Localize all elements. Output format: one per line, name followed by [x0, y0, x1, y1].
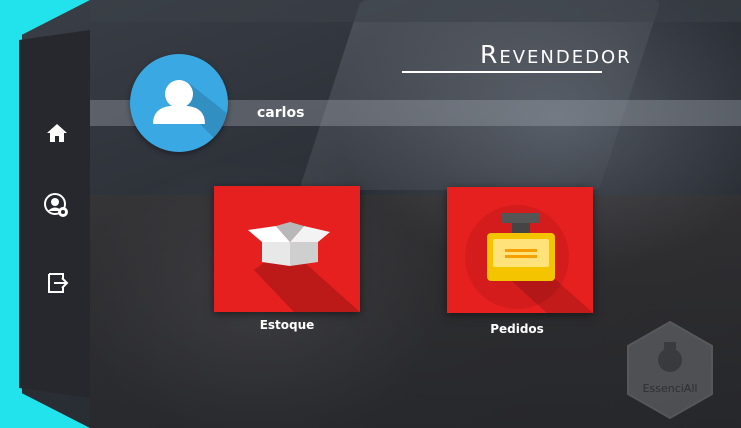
- title-underline: [402, 71, 602, 73]
- stock-tile[interactable]: [214, 186, 360, 312]
- brand-logo: EssenciAll: [624, 320, 716, 420]
- sidebar-item-profile[interactable]: [40, 191, 74, 221]
- background-laptop: [299, 0, 661, 190]
- sidebar-item-home[interactable]: [40, 118, 74, 148]
- page-title: Revendedor: [480, 40, 632, 69]
- orders-label: Pedidos: [490, 322, 544, 336]
- brand-logo-text: EssenciAll: [643, 382, 698, 395]
- orders-tile[interactable]: [447, 187, 593, 313]
- home-icon: [47, 124, 67, 142]
- top-bar: [90, 0, 741, 22]
- accent-stripe: [0, 0, 22, 428]
- box-icon: [248, 222, 360, 312]
- sidebar-item-logout[interactable]: [40, 268, 74, 298]
- username: carlos: [257, 105, 305, 121]
- user-settings-icon: [44, 193, 68, 217]
- logout-icon: [48, 273, 69, 293]
- stock-label: Estoque: [259, 318, 315, 332]
- avatar: [130, 54, 228, 152]
- perfume-bottle-icon: [465, 205, 593, 313]
- user-silhouette-icon: [153, 80, 228, 152]
